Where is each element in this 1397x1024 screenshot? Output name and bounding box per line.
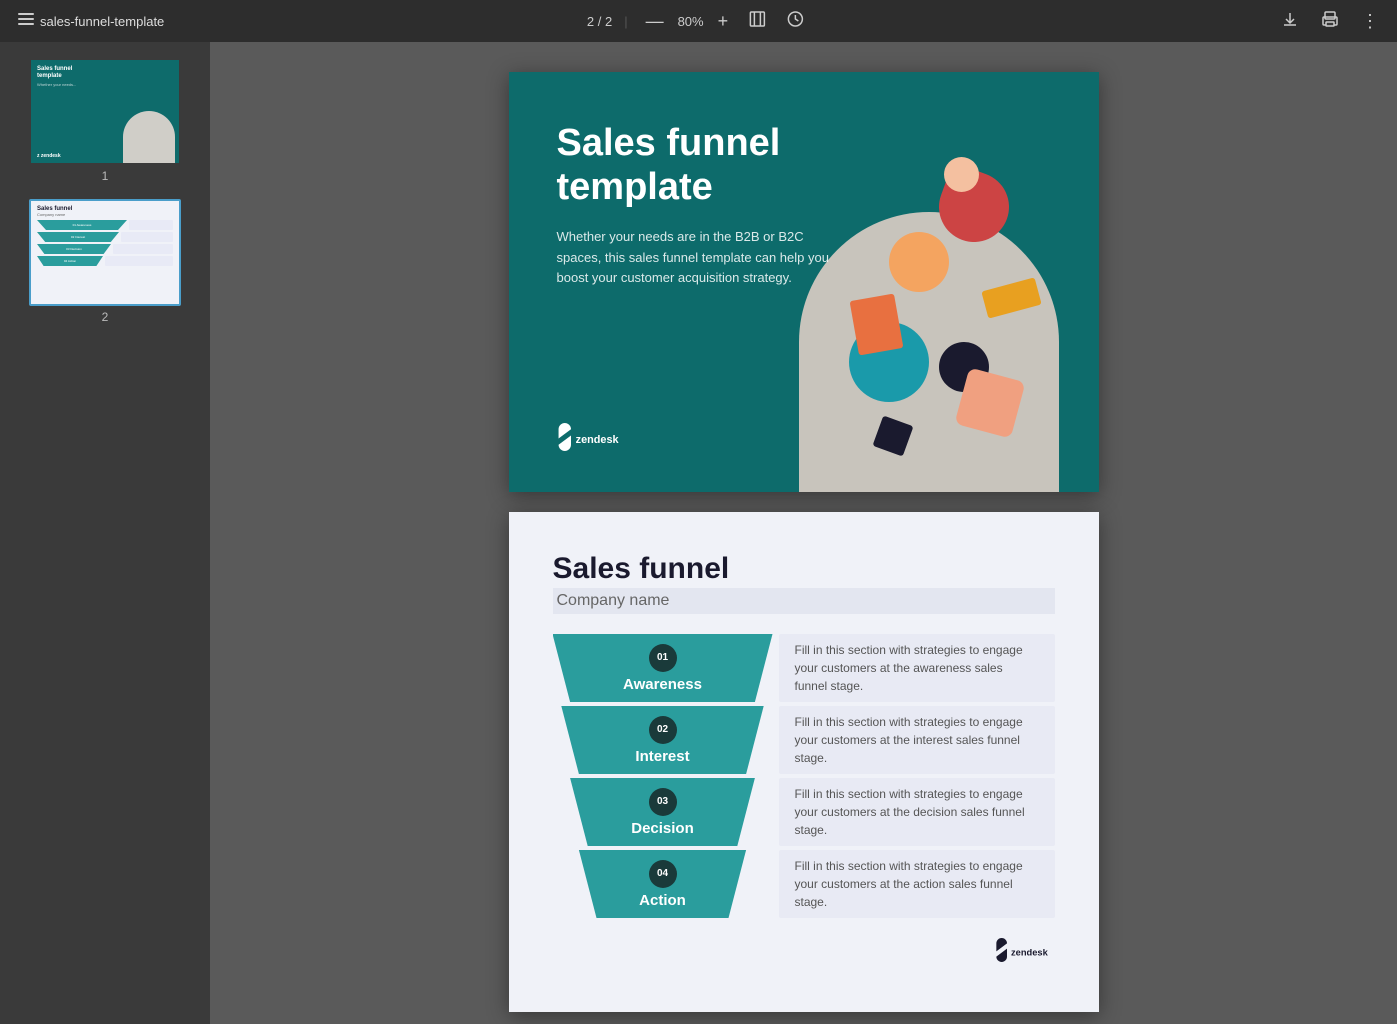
topbar: sales-funnel-template 2 / 2 | — 80% + ⋮ [0, 0, 1397, 42]
funnel-badge-3: 03 [649, 788, 677, 816]
thumb1-arch [123, 111, 175, 163]
svg-text:zendesk: zendesk [1011, 947, 1049, 957]
funnel-label-1: Awareness [623, 676, 702, 693]
funnel-badge-2: 02 [649, 716, 677, 744]
funnel-row-1: 01 Awareness Fill in this section with s… [553, 634, 1055, 702]
funnel-row-2: 02 Interest Fill in this section with st… [553, 706, 1055, 774]
thumb-frame-2: Sales funnel Company name 01 Awareness 0… [29, 199, 181, 306]
funnel-label-2: Interest [635, 748, 689, 765]
thumb2-funnel: 01 Awareness 02 Interest 03 Decision [37, 220, 173, 266]
funnel-desc-1: Fill in this section with strategies to … [779, 634, 1055, 702]
cover-title: Sales funnel template [557, 122, 877, 209]
funnel-desc-2: Fill in this section with strategies to … [779, 706, 1055, 774]
funnel-slide: Sales funnel Company name 01 Awareness [509, 512, 1099, 1012]
cover-description: Whether your needs are in the B2B or B2C… [557, 227, 837, 287]
funnel-row-4: 04 Action Fill in this section with stra… [553, 850, 1055, 918]
slide-2-funnel: Sales funnel Company name 01 Awareness [509, 512, 1099, 1012]
slide-1-cover: Sales funnel template Whether your needs… [509, 72, 1099, 492]
fit-page-button[interactable] [742, 6, 772, 37]
funnel-desc-4: Fill in this section with strategies to … [779, 850, 1055, 918]
funnel-shape-4: 04 Action [553, 850, 773, 918]
cover-logo: zendesk [557, 423, 627, 456]
funnel-title: Sales funnel [553, 552, 1055, 586]
zoom-in-button[interactable]: + [712, 7, 735, 36]
funnel-label-4: Action [639, 892, 686, 909]
zoom-out-button[interactable]: — [640, 7, 670, 36]
funnel-rows: 01 Awareness Fill in this section with s… [553, 634, 1055, 918]
topbar-center-controls: 2 / 2 | — 80% + [587, 6, 810, 37]
thumbnail-1[interactable]: Sales funneltemplate Whether your needs.… [12, 58, 198, 183]
thumb1-subtitle: Whether your needs... [37, 82, 173, 87]
thumb2-company: Company name [37, 212, 173, 217]
topbar-right-controls: ⋮ [1275, 6, 1385, 37]
thumb1-logo: z zendesk [37, 153, 61, 159]
funnel-shape-3: 03 Decision [553, 778, 773, 846]
funnel-row-3: 03 Decision Fill in this section with st… [553, 778, 1055, 846]
thumb1-title: Sales funneltemplate [37, 66, 173, 80]
slide-footer-logo: zendesk [553, 938, 1055, 962]
print-button[interactable] [1315, 6, 1345, 37]
funnel-company: Company name [553, 588, 1055, 614]
download-button[interactable] [1275, 6, 1305, 37]
main-layout: Sales funneltemplate Whether your needs.… [0, 42, 1397, 1024]
zoom-level: 80% [678, 14, 704, 29]
sidebar: Sales funneltemplate Whether your needs.… [0, 42, 210, 1024]
page-number: 2 / 2 [587, 14, 612, 29]
thumbnail-2[interactable]: Sales funnel Company name 01 Awareness 0… [12, 199, 198, 324]
cover-slide: Sales funnel template Whether your needs… [509, 72, 1099, 492]
content-area: Sales funnel template Whether your needs… [210, 42, 1397, 1024]
funnel-shape-2: 02 Interest [553, 706, 773, 774]
thumb-label-2: 2 [102, 310, 109, 324]
funnel-shape-1: 01 Awareness [553, 634, 773, 702]
menu-button[interactable] [12, 7, 40, 36]
more-options-button[interactable]: ⋮ [1355, 7, 1385, 36]
thumb-label-1: 1 [102, 169, 109, 183]
svg-text:zendesk: zendesk [575, 434, 619, 446]
thumb-frame-1: Sales funneltemplate Whether your needs.… [29, 58, 181, 165]
funnel-desc-3: Fill in this section with strategies to … [779, 778, 1055, 846]
history-button[interactable] [780, 6, 810, 37]
funnel-badge-4: 04 [649, 860, 677, 888]
funnel-badge-1: 01 [649, 644, 677, 672]
funnel-label-3: Decision [631, 820, 694, 837]
